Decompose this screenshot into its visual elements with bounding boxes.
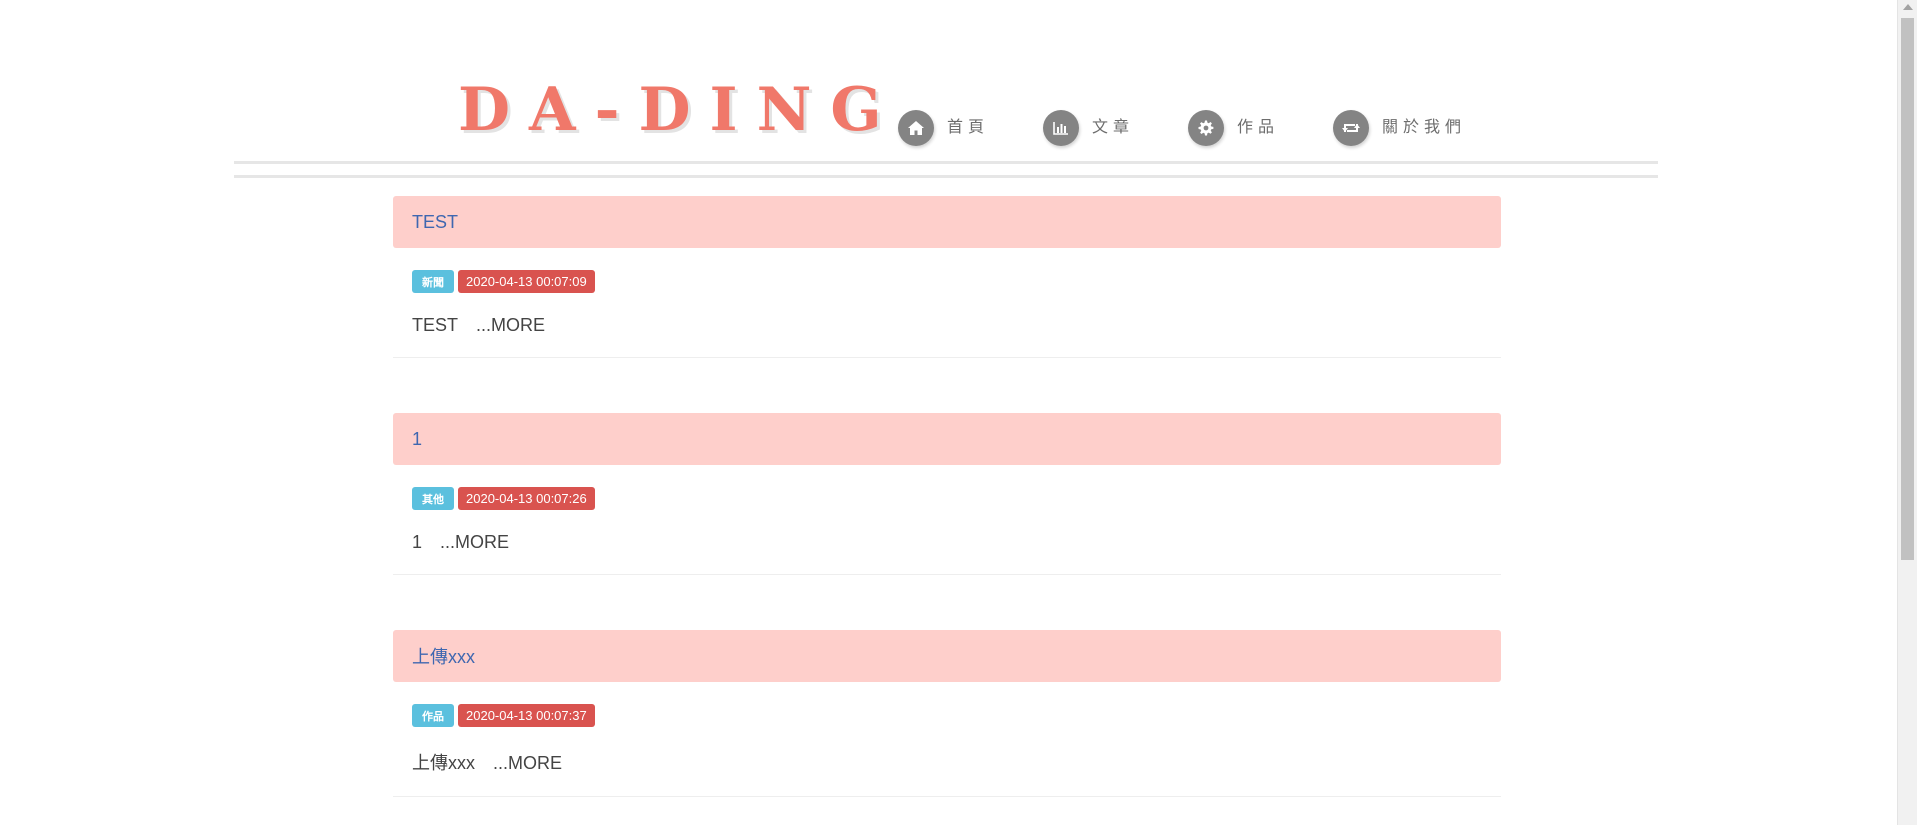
date-badge: 2020-04-13 00:07:37 <box>458 704 595 727</box>
nav-item-about[interactable]: 關於我們 <box>1333 108 1466 148</box>
home-icon <box>898 110 934 146</box>
category-badge: 作品 <box>412 704 454 727</box>
post-divider <box>393 574 1501 575</box>
nav-label: 文章 <box>1092 119 1135 136</box>
post-divider <box>393 357 1501 358</box>
excerpt-text: TEST <box>412 315 459 335</box>
retweet-icon <box>1333 110 1369 146</box>
date-badge: 2020-04-13 00:07:09 <box>458 270 595 293</box>
post-excerpt: 上傳xxx ...MORE <box>412 749 1501 775</box>
nav-label: 關於我們 <box>1382 119 1467 136</box>
post-title-link[interactable]: TEST <box>412 212 458 233</box>
category-badge: 其他 <box>412 487 454 510</box>
post-card: 1 其他 2020-04-13 00:07:26 1 ...MORE <box>393 413 1501 575</box>
post-header: 上傳xxx <box>393 630 1501 682</box>
excerpt-text: 上傳xxx <box>412 753 475 773</box>
post-title-link[interactable]: 上傳xxx <box>412 643 475 669</box>
post-title-link[interactable]: 1 <box>412 429 422 450</box>
vertical-scrollbar[interactable] <box>1897 0 1917 825</box>
nav-label: 首頁 <box>947 119 990 136</box>
post-header: TEST <box>393 196 1501 248</box>
post-meta: 作品 2020-04-13 00:07:37 <box>412 704 1501 727</box>
header-divider <box>234 175 1658 178</box>
post-excerpt: 1 ...MORE <box>412 532 1501 553</box>
header-divider <box>234 161 1658 164</box>
post-card: 上傳xxx 作品 2020-04-13 00:07:37 上傳xxx ...MO… <box>393 630 1501 797</box>
site-logo[interactable]: DA-DING <box>458 72 901 148</box>
post-meta: 其他 2020-04-13 00:07:26 <box>412 487 1501 510</box>
nav-label: 作品 <box>1237 119 1280 136</box>
excerpt-text: 1 <box>412 532 423 552</box>
post-card: TEST 新聞 2020-04-13 00:07:09 TEST ...MORE <box>393 196 1501 358</box>
read-more-link[interactable]: ...MORE <box>440 532 509 553</box>
nav-item-articles[interactable]: 文章 <box>1043 108 1134 148</box>
gear-icon <box>1188 110 1224 146</box>
read-more-link[interactable]: ...MORE <box>493 753 562 774</box>
bar-chart-icon <box>1043 110 1079 146</box>
post-excerpt: TEST ...MORE <box>412 315 1501 336</box>
nav-item-home[interactable]: 首頁 <box>898 108 989 148</box>
post-header: 1 <box>393 413 1501 465</box>
date-badge: 2020-04-13 00:07:26 <box>458 487 595 510</box>
scroll-up-arrow-icon[interactable] <box>1903 4 1913 10</box>
read-more-link[interactable]: ...MORE <box>476 315 545 336</box>
page: DA-DING 首頁 文章 作品 關於我們 TEST 新聞 2020-04-13… <box>0 0 1897 825</box>
scrollbar-thumb[interactable] <box>1901 18 1914 560</box>
post-meta: 新聞 2020-04-13 00:07:09 <box>412 270 1501 293</box>
category-badge: 新聞 <box>412 270 454 293</box>
post-divider <box>393 796 1501 797</box>
nav-item-works[interactable]: 作品 <box>1188 108 1279 148</box>
